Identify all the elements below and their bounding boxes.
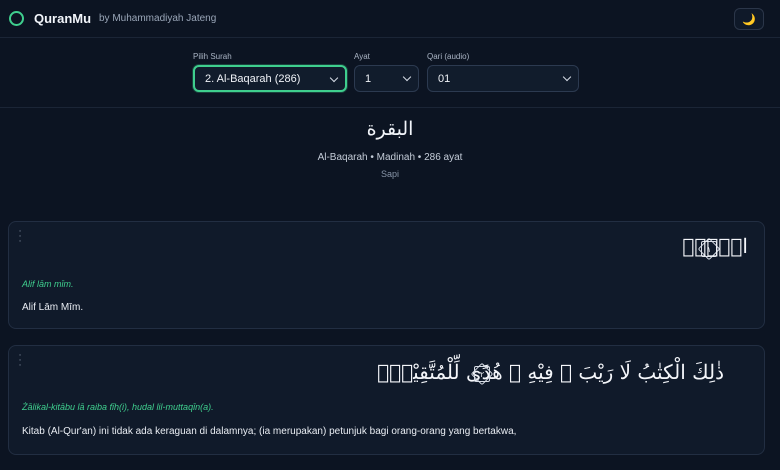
- chevron-down-icon: [562, 72, 572, 82]
- ayah-translation: Alif Lām Mīm.: [22, 302, 84, 313]
- ayah-card: · · · ١ الۤمّۤ Alif lām mīm. Alif Lām Mīm.: [8, 221, 765, 329]
- surah-label: Pilih Surah: [193, 52, 232, 61]
- chevron-down-icon: [329, 73, 339, 83]
- top-bar: QuranMu by Muhammadiyah Jateng 🌙: [0, 0, 780, 38]
- qari-select[interactable]: 01: [427, 65, 579, 92]
- ayat-select[interactable]: 1: [354, 65, 419, 92]
- ayah-arabic: الۤمّۤ: [682, 234, 748, 258]
- surah-meaning: Sapi: [380, 169, 399, 179]
- qari-field: Qari (audio) 01: [427, 52, 579, 92]
- qari-label: Qari (audio): [427, 52, 470, 61]
- ayah-card: · · · ذٰلِكَ الْكِتٰبُ لَا رَيْبَ ۛ فِيْهِ…: [8, 345, 765, 455]
- ayat-select-value: 1: [365, 72, 372, 85]
- moon-icon: 🌙: [742, 12, 756, 26]
- ayah-transliteration: Alif lām mīm.: [22, 279, 74, 289]
- ayah-menu-icon[interactable]: · · ·: [17, 352, 23, 371]
- surah-select[interactable]: 2. Al-Baqarah (286): [193, 65, 347, 92]
- brand-title[interactable]: QuranMu: [34, 11, 91, 26]
- surah-field: Pilih Surah 2. Al-Baqarah (286): [193, 52, 347, 92]
- surah-arabic-name: البقرة: [366, 118, 414, 140]
- ayah-number: ٢: [479, 369, 485, 379]
- ayah-menu-icon[interactable]: · · ·: [17, 228, 23, 247]
- ayah-translation: Kitab (Al-Qur'an) ini tidak ada keraguan…: [22, 426, 517, 437]
- brand-byline: by Muhammadiyah Jateng: [99, 13, 217, 24]
- ayat-label: Ayat: [354, 52, 370, 61]
- ayah-number-badge: ٢: [470, 362, 494, 386]
- surah-select-value: 2. Al-Baqarah (286): [205, 72, 301, 85]
- chevron-down-icon: [402, 72, 412, 82]
- surah-meta: Al-Baqarah • Madinah • 286 ayat: [317, 152, 463, 163]
- logo-icon: [9, 11, 24, 26]
- ayah-transliteration: Żālikal-kitābu lā raiba fīh(i), hudal li…: [22, 402, 214, 412]
- qari-select-value: 01: [438, 72, 451, 85]
- theme-toggle-button[interactable]: 🌙: [734, 8, 764, 30]
- ayat-field: Ayat 1: [354, 52, 419, 92]
- controls-bar: Pilih Surah 2. Al-Baqarah (286) Ayat 1 Q…: [0, 38, 780, 108]
- ayah-arabic: ذٰلِكَ الْكِتٰبُ لَا رَيْبَ ۛ فِيْهِ ۛ ه…: [377, 360, 724, 384]
- surah-header: البقرة Al-Baqarah • Madinah • 286 ayat S…: [0, 118, 780, 179]
